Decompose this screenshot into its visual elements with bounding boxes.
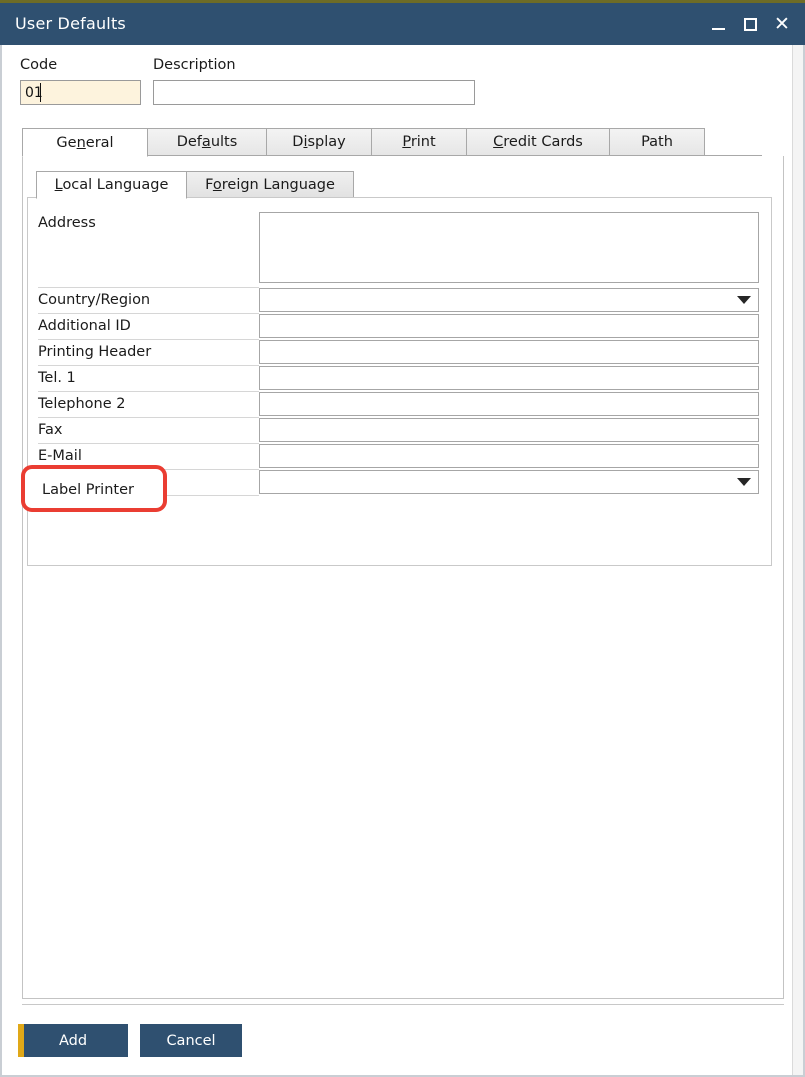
subtab-local-language[interactable]: Local Language	[36, 171, 187, 199]
chevron-down-icon[interactable]	[737, 296, 751, 304]
field-input-e-mail[interactable]	[259, 444, 759, 468]
field-input-fax[interactable]	[259, 418, 759, 442]
form-row: Telephone 2	[38, 392, 760, 418]
field-input-country-region[interactable]	[259, 288, 759, 312]
window-right-edge-strip	[792, 45, 803, 1075]
code-label: Code	[20, 57, 57, 73]
tab-defaults[interactable]: Defaults	[147, 128, 267, 156]
form-row: Additional ID	[38, 314, 760, 340]
description-label: Description	[153, 57, 236, 73]
label-printer-highlight-annotation: Label Printer	[21, 465, 167, 512]
tab-label: Display	[292, 134, 345, 150]
tab-display[interactable]: Display	[266, 128, 372, 156]
field-label-address: Address	[38, 215, 96, 231]
tab-label: Print	[402, 134, 435, 150]
main-tab-strip: General Defaults Display Print Credit Cards P…	[22, 128, 762, 156]
tab-path[interactable]: Path	[609, 128, 705, 156]
field-input-address[interactable]	[259, 212, 759, 283]
maximize-icon	[744, 18, 757, 31]
field-label-printing-header: Printing Header	[38, 344, 151, 360]
form-row: Printing Header	[38, 340, 760, 366]
form-rows: Address Country/Region Additional ID Printi…	[38, 211, 760, 496]
field-input-printing-header[interactable]	[259, 340, 759, 364]
tab-label: Path	[641, 134, 673, 150]
form-row: Address	[38, 211, 760, 288]
label-printer-label: Label Printer	[42, 482, 134, 498]
tab-credit-cards[interactable]: Credit Cards	[466, 128, 610, 156]
tab-general[interactable]: General	[22, 128, 148, 157]
minimize-icon	[712, 28, 725, 30]
tab-print[interactable]: Print	[371, 128, 467, 156]
close-icon: ✕	[774, 15, 790, 34]
text-caret	[40, 83, 41, 102]
field-label-fax: Fax	[38, 422, 62, 438]
field-label-e-mail: E-Mail	[38, 448, 82, 464]
subtab-label: Foreign Language	[205, 177, 335, 193]
maximize-button[interactable]	[735, 9, 765, 39]
form-row: Tel. 1	[38, 366, 760, 392]
subtab-label: Local Language	[55, 177, 169, 193]
add-button[interactable]: Add	[18, 1024, 128, 1057]
dialog-button-bar: Add Cancel	[18, 1024, 242, 1057]
subtab-foreign-language[interactable]: Foreign Language	[186, 171, 354, 198]
field-label-telephone-2: Telephone 2	[38, 396, 125, 412]
close-button[interactable]: ✕	[767, 9, 797, 39]
field-input-telephone-2[interactable]	[259, 392, 759, 416]
field-label-tel-1: Tel. 1	[38, 370, 76, 386]
tab-label: General	[56, 135, 113, 151]
field-input-tel-1[interactable]	[259, 366, 759, 390]
field-label-additional-id: Additional ID	[38, 318, 131, 334]
window-title: User Defaults	[15, 14, 126, 33]
minimize-button[interactable]	[703, 9, 733, 39]
window-controls: ✕	[703, 3, 797, 45]
cancel-button[interactable]: Cancel	[140, 1024, 242, 1057]
description-input[interactable]	[153, 80, 475, 105]
tab-label: Credit Cards	[493, 134, 583, 150]
code-input[interactable]	[20, 80, 141, 105]
footer-separator	[22, 1004, 784, 1005]
window-titlebar: User Defaults ✕	[0, 3, 805, 45]
field-input-additional-id[interactable]	[259, 314, 759, 338]
field-label-country-region: Country/Region	[38, 292, 150, 308]
field-input-label-printer[interactable]	[259, 470, 759, 494]
user-defaults-window: User Defaults ✕ Code Description General…	[0, 0, 805, 1077]
chevron-down-icon[interactable]	[737, 478, 751, 486]
tab-label: Defaults	[177, 134, 238, 150]
form-row: Country/Region	[38, 288, 760, 314]
form-row: Fax	[38, 418, 760, 444]
